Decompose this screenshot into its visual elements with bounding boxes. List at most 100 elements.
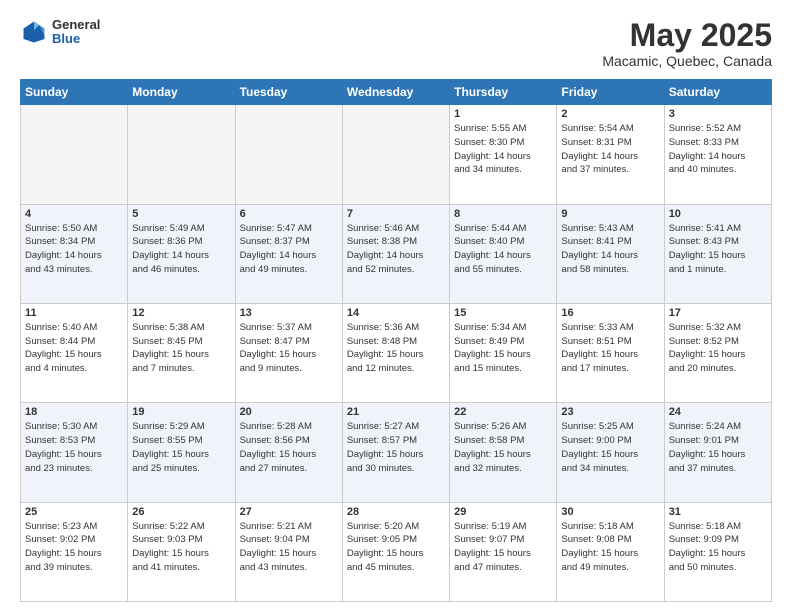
calendar-cell: 28 Sunrise: 5:20 AM Sunset: 9:05 PM Dayli… [342, 502, 449, 601]
day-number: 6 [240, 208, 338, 220]
calendar-day-header: Sunday [21, 80, 128, 105]
day-number: 27 [240, 506, 338, 518]
cell-content: Sunrise: 5:36 AM Sunset: 8:48 PM Dayligh… [347, 321, 445, 376]
cell-content: Sunrise: 5:27 AM Sunset: 8:57 PM Dayligh… [347, 420, 445, 475]
calendar-cell: 1Sunrise: 5:55 AM Sunset: 8:30 PM Daylig… [450, 105, 557, 204]
calendar-cell: 22Sunrise: 5:26 AM Sunset: 8:58 PM Dayli… [450, 403, 557, 502]
cell-content: Sunrise: 5:55 AM Sunset: 8:30 PM Dayligh… [454, 122, 552, 177]
calendar-cell: 6 Sunrise: 5:47 AM Sunset: 8:37 PM Daylig… [235, 204, 342, 303]
day-number: 13 [240, 307, 338, 319]
calendar-cell: 29Sunrise: 5:19 AM Sunset: 9:07 PM Dayli… [450, 502, 557, 601]
calendar-cell: 3Sunrise: 5:52 AM Sunset: 8:33 PM Daylig… [664, 105, 771, 204]
calendar-table: SundayMondayTuesdayWednesdayThursdayFrid… [20, 79, 772, 602]
calendar-day-header: Saturday [664, 80, 771, 105]
logo: General Blue [20, 18, 100, 47]
calendar-cell: 8 Sunrise: 5:44 AM Sunset: 8:40 PM Daylig… [450, 204, 557, 303]
cell-content: Sunrise: 5:49 AM Sunset: 8:36 PM Dayligh… [132, 222, 230, 277]
calendar-cell: 16 Sunrise: 5:33 AM Sunset: 8:51 PM Dayli… [557, 303, 664, 402]
cell-content: Sunrise: 5:28 AM Sunset: 8:56 PM Dayligh… [240, 420, 338, 475]
main-title: May 2025 [602, 18, 772, 53]
day-number: 22 [454, 406, 552, 418]
cell-content: Sunrise: 5:41 AM Sunset: 8:43 PM Dayligh… [669, 222, 767, 277]
calendar-cell: 12Sunrise: 5:38 AM Sunset: 8:45 PM Dayli… [128, 303, 235, 402]
calendar-cell: 2 Sunrise: 5:54 AM Sunset: 8:31 PM Daylig… [557, 105, 664, 204]
cell-content: Sunrise: 5:22 AM Sunset: 9:03 PM Dayligh… [132, 520, 230, 575]
day-number: 7 [347, 208, 445, 220]
calendar-cell: 30Sunrise: 5:18 AM Sunset: 9:08 PM Dayli… [557, 502, 664, 601]
calendar-cell: 21 Sunrise: 5:27 AM Sunset: 8:57 PM Dayli… [342, 403, 449, 502]
calendar-cell [128, 105, 235, 204]
calendar-cell [21, 105, 128, 204]
day-number: 4 [25, 208, 123, 220]
cell-content: Sunrise: 5:46 AM Sunset: 8:38 PM Dayligh… [347, 222, 445, 277]
calendar-cell: 4 Sunrise: 5:50 AM Sunset: 8:34 PM Daylig… [21, 204, 128, 303]
day-number: 10 [669, 208, 767, 220]
calendar-cell: 24 Sunrise: 5:24 AM Sunset: 9:01 PM Dayli… [664, 403, 771, 502]
calendar-day-header: Friday [557, 80, 664, 105]
day-number: 5 [132, 208, 230, 220]
logo-text: General Blue [52, 18, 100, 47]
cell-content: Sunrise: 5:24 AM Sunset: 9:01 PM Dayligh… [669, 420, 767, 475]
cell-content: Sunrise: 5:20 AM Sunset: 9:05 PM Dayligh… [347, 520, 445, 575]
day-number: 8 [454, 208, 552, 220]
day-number: 11 [25, 307, 123, 319]
day-number: 26 [132, 506, 230, 518]
cell-content: Sunrise: 5:21 AM Sunset: 9:04 PM Dayligh… [240, 520, 338, 575]
calendar-row: 1Sunrise: 5:55 AM Sunset: 8:30 PM Daylig… [21, 105, 772, 204]
day-number: 20 [240, 406, 338, 418]
calendar-cell: 15Sunrise: 5:34 AM Sunset: 8:49 PM Dayli… [450, 303, 557, 402]
page: General Blue May 2025 Macamic, Quebec, C… [0, 0, 792, 612]
cell-content: Sunrise: 5:44 AM Sunset: 8:40 PM Dayligh… [454, 222, 552, 277]
day-number: 16 [561, 307, 659, 319]
day-number: 21 [347, 406, 445, 418]
cell-content: Sunrise: 5:38 AM Sunset: 8:45 PM Dayligh… [132, 321, 230, 376]
day-number: 31 [669, 506, 767, 518]
day-number: 2 [561, 108, 659, 120]
day-number: 17 [669, 307, 767, 319]
logo-blue: Blue [52, 32, 100, 46]
calendar-cell: 23 Sunrise: 5:25 AM Sunset: 9:00 PM Dayli… [557, 403, 664, 502]
cell-content: Sunrise: 5:29 AM Sunset: 8:55 PM Dayligh… [132, 420, 230, 475]
calendar-cell: 17 Sunrise: 5:32 AM Sunset: 8:52 PM Dayli… [664, 303, 771, 402]
calendar-cell [342, 105, 449, 204]
calendar-cell: 19Sunrise: 5:29 AM Sunset: 8:55 PM Dayli… [128, 403, 235, 502]
cell-content: Sunrise: 5:30 AM Sunset: 8:53 PM Dayligh… [25, 420, 123, 475]
cell-content: Sunrise: 5:40 AM Sunset: 8:44 PM Dayligh… [25, 321, 123, 376]
calendar-header-row: SundayMondayTuesdayWednesdayThursdayFrid… [21, 80, 772, 105]
day-number: 28 [347, 506, 445, 518]
day-number: 3 [669, 108, 767, 120]
calendar-cell: 11 Sunrise: 5:40 AM Sunset: 8:44 PM Dayli… [21, 303, 128, 402]
cell-content: Sunrise: 5:54 AM Sunset: 8:31 PM Dayligh… [561, 122, 659, 177]
calendar-cell: 7 Sunrise: 5:46 AM Sunset: 8:38 PM Daylig… [342, 204, 449, 303]
cell-content: Sunrise: 5:25 AM Sunset: 9:00 PM Dayligh… [561, 420, 659, 475]
calendar-row: 4 Sunrise: 5:50 AM Sunset: 8:34 PM Daylig… [21, 204, 772, 303]
cell-content: Sunrise: 5:33 AM Sunset: 8:51 PM Dayligh… [561, 321, 659, 376]
title-area: May 2025 Macamic, Quebec, Canada [602, 18, 772, 69]
day-number: 30 [561, 506, 659, 518]
calendar-row: 11 Sunrise: 5:40 AM Sunset: 8:44 PM Dayli… [21, 303, 772, 402]
calendar-cell: 20 Sunrise: 5:28 AM Sunset: 8:56 PM Dayli… [235, 403, 342, 502]
day-number: 23 [561, 406, 659, 418]
header-area: General Blue May 2025 Macamic, Quebec, C… [20, 18, 772, 69]
calendar-row: 18 Sunrise: 5:30 AM Sunset: 8:53 PM Dayli… [21, 403, 772, 502]
calendar-cell: 18 Sunrise: 5:30 AM Sunset: 8:53 PM Dayli… [21, 403, 128, 502]
subtitle: Macamic, Quebec, Canada [602, 53, 772, 69]
cell-content: Sunrise: 5:32 AM Sunset: 8:52 PM Dayligh… [669, 321, 767, 376]
day-number: 24 [669, 406, 767, 418]
cell-content: Sunrise: 5:47 AM Sunset: 8:37 PM Dayligh… [240, 222, 338, 277]
cell-content: Sunrise: 5:37 AM Sunset: 8:47 PM Dayligh… [240, 321, 338, 376]
calendar-cell: 31 Sunrise: 5:18 AM Sunset: 9:09 PM Dayli… [664, 502, 771, 601]
cell-content: Sunrise: 5:50 AM Sunset: 8:34 PM Dayligh… [25, 222, 123, 277]
calendar-cell: 14Sunrise: 5:36 AM Sunset: 8:48 PM Dayli… [342, 303, 449, 402]
day-number: 18 [25, 406, 123, 418]
calendar-cell: 5 Sunrise: 5:49 AM Sunset: 8:36 PM Daylig… [128, 204, 235, 303]
cell-content: Sunrise: 5:43 AM Sunset: 8:41 PM Dayligh… [561, 222, 659, 277]
calendar-cell: 13 Sunrise: 5:37 AM Sunset: 8:47 PM Dayli… [235, 303, 342, 402]
calendar-cell: 10 Sunrise: 5:41 AM Sunset: 8:43 PM Dayli… [664, 204, 771, 303]
cell-content: Sunrise: 5:18 AM Sunset: 9:09 PM Dayligh… [669, 520, 767, 575]
logo-general: General [52, 18, 100, 32]
calendar-cell: 26 Sunrise: 5:22 AM Sunset: 9:03 PM Dayli… [128, 502, 235, 601]
calendar-cell: 25Sunrise: 5:23 AM Sunset: 9:02 PM Dayli… [21, 502, 128, 601]
calendar-cell: 9Sunrise: 5:43 AM Sunset: 8:41 PM Daylig… [557, 204, 664, 303]
day-number: 15 [454, 307, 552, 319]
